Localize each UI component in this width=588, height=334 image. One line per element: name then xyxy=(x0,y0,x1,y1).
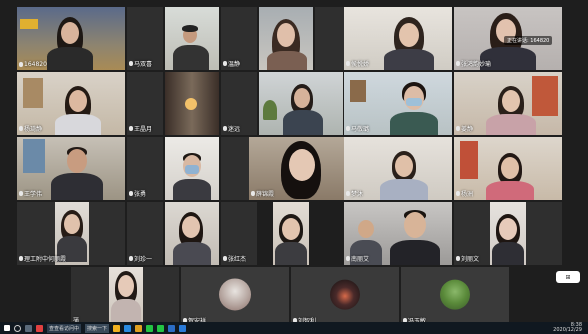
video-tile[interactable]: 侯悦娇 xyxy=(344,7,452,70)
mic-icon xyxy=(19,191,23,196)
mic-icon xyxy=(19,62,23,67)
folder-icon[interactable] xyxy=(113,324,121,332)
video-tile[interactable]: 理工附中何丽霞 xyxy=(17,202,125,265)
mic-icon xyxy=(129,61,133,66)
participant-name: 姜静 xyxy=(456,124,473,133)
participant-name: 张鸿韵妙瑜 xyxy=(456,59,491,68)
video-tile[interactable] xyxy=(165,72,219,135)
participant-name: 梦沐 xyxy=(346,189,363,198)
mic-icon xyxy=(456,256,460,261)
video-tile[interactable] xyxy=(259,7,313,70)
video-tile[interactable]: 贺安祥 xyxy=(181,267,289,327)
video-tile[interactable]: 马敬璐 xyxy=(344,72,452,135)
video-tile[interactable]: 164820 xyxy=(17,7,125,70)
video-tile[interactable]: 温静 xyxy=(221,7,257,70)
mic-icon xyxy=(346,126,350,131)
taskbar: 查查看访问中 搜索一下 8:38 2020/12/29 xyxy=(0,322,588,334)
participant-name: 王晶月 xyxy=(129,124,152,133)
mic-icon xyxy=(19,126,23,131)
grid-icon: ⊞ xyxy=(565,273,571,281)
participant-name: 张红杰 xyxy=(223,254,246,263)
participant-name: 刘丽文 xyxy=(456,254,479,263)
mic-icon xyxy=(251,191,255,196)
mic-icon xyxy=(456,126,460,131)
search-icon[interactable] xyxy=(14,324,21,332)
mic-icon xyxy=(456,61,460,66)
mic-icon xyxy=(223,126,227,131)
mic-icon xyxy=(223,256,227,261)
taskbar-app-button[interactable]: 查查看访问中 xyxy=(47,323,82,333)
participant-name: 侯悦娇 xyxy=(346,59,369,68)
video-tile[interactable]: 王学伟 xyxy=(17,137,125,200)
video-tile[interactable]: 姜静 xyxy=(454,72,562,135)
app-icon[interactable] xyxy=(36,324,43,332)
video-tile[interactable]: 王晶月 xyxy=(127,72,163,135)
video-tile[interactable] xyxy=(259,72,343,135)
mic-icon xyxy=(129,191,133,196)
participant-name: 王学伟 xyxy=(19,189,42,198)
video-tile[interactable]: 杨洲 xyxy=(454,137,562,200)
participant-name: 刘珍一 xyxy=(129,254,152,263)
mic-icon xyxy=(19,256,23,261)
video-tile[interactable]: 梦沐 xyxy=(344,137,452,200)
video-tile[interactable]: 南丽艾 xyxy=(344,202,452,265)
mic-icon xyxy=(346,61,350,66)
participant-name: 薛锦霞 xyxy=(251,189,274,198)
mic-icon xyxy=(223,61,227,66)
avatar xyxy=(219,278,251,311)
wechat-icon[interactable] xyxy=(157,324,165,332)
avatar xyxy=(330,279,360,310)
participant-name: 杨洲 xyxy=(456,189,473,198)
video-tile[interactable]: 冯玉敏 xyxy=(401,267,509,327)
word-icon[interactable] xyxy=(168,324,176,332)
video-tile[interactable] xyxy=(165,7,219,70)
participant-name: 马敬璐 xyxy=(346,124,369,133)
participant-name: 杨琦静 xyxy=(19,124,42,133)
mic-icon xyxy=(129,256,133,261)
video-tile[interactable] xyxy=(273,202,309,265)
participant-name: 温静 xyxy=(223,59,240,68)
speaking-indicator: 正在讲话: 164820 xyxy=(504,36,553,45)
participant-name: 南丽艾 xyxy=(346,254,369,263)
mic-icon xyxy=(346,256,350,261)
video-tile[interactable]: 薛锦霞 xyxy=(249,137,357,200)
mic-icon xyxy=(129,126,133,131)
participant-name: 张勇 xyxy=(129,189,146,198)
system-clock[interactable]: 8:38 2020/12/29 xyxy=(553,323,582,333)
avatar xyxy=(440,279,470,310)
file-explorer-icon[interactable] xyxy=(135,324,143,332)
video-tile[interactable]: 刘丽文 xyxy=(454,202,562,265)
video-tile[interactable]: 马双喜 xyxy=(127,7,163,70)
taskbar-search-button[interactable]: 搜索一下 xyxy=(85,323,110,333)
video-tile[interactable] xyxy=(165,202,219,265)
mic-icon xyxy=(346,191,350,196)
video-tile[interactable]: 迷远 xyxy=(221,72,257,135)
participant-name: 马双喜 xyxy=(129,59,152,68)
meeting-app-icon[interactable] xyxy=(179,324,187,332)
wechat-icon[interactable] xyxy=(146,324,154,332)
video-tile[interactable]: 刘智利 xyxy=(291,267,399,327)
video-tile[interactable]: 刘珍一 xyxy=(127,202,163,265)
video-tile[interactable]: 张红杰 xyxy=(221,202,257,265)
video-tile[interactable]: 薄 xyxy=(71,267,179,327)
participant-name: 164820 xyxy=(19,61,47,68)
browser-icon[interactable] xyxy=(124,324,132,332)
mic-icon xyxy=(456,191,460,196)
video-tile[interactable]: 杨琦静 xyxy=(17,72,125,135)
participant-name: 理工附中何丽霞 xyxy=(19,254,66,263)
task-view-icon[interactable] xyxy=(25,324,32,332)
participant-name: 迷远 xyxy=(223,124,240,133)
video-tile[interactable]: 张勇 xyxy=(127,137,163,200)
gallery-view-button[interactable]: ⊞ xyxy=(556,271,580,283)
video-tile[interactable] xyxy=(165,137,219,200)
windows-start-icon[interactable] xyxy=(4,325,10,331)
